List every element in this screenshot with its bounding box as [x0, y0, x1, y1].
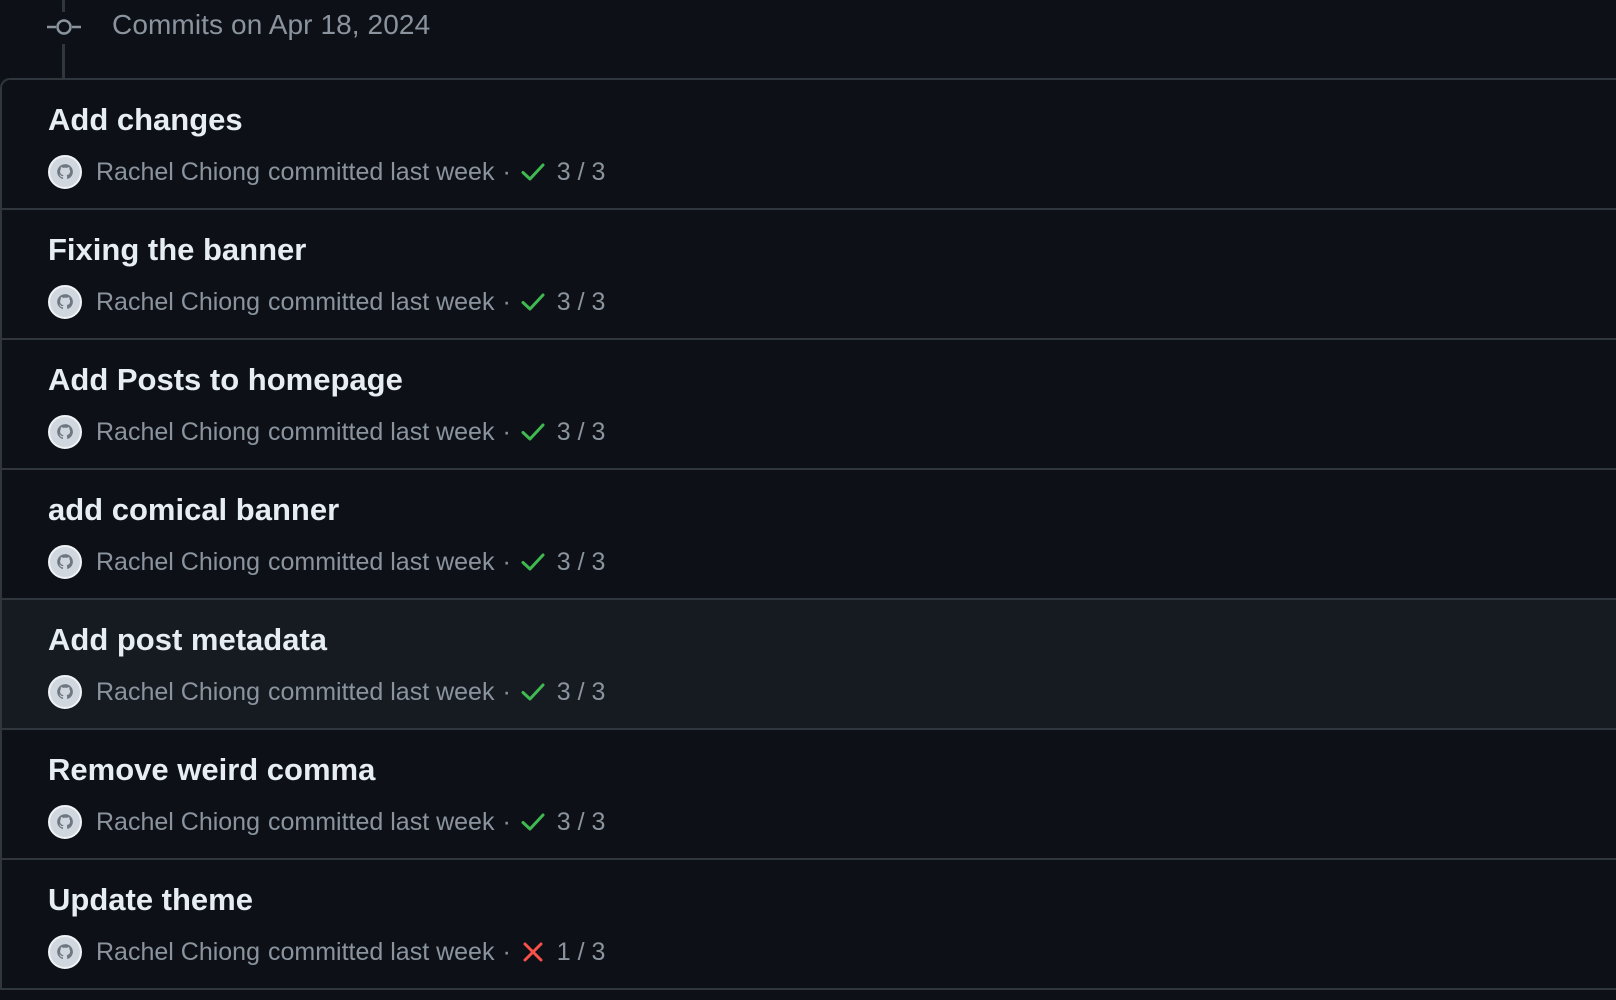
commit-author[interactable]: Rachel Chiong — [96, 938, 260, 967]
commit-meta: Rachel Chiong committed last week · 3 / … — [48, 414, 605, 450]
github-avatar-icon — [52, 939, 78, 965]
commit-group-date: Commits on Apr 18, 2024 — [112, 9, 431, 40]
author-avatar[interactable] — [48, 285, 82, 319]
commit-title-link[interactable]: Add post metadata — [48, 620, 327, 660]
checks-count[interactable]: 3 / 3 — [557, 678, 606, 707]
meta-separator: · — [502, 547, 511, 576]
commit-meta: Rachel Chiong committed last week · 3 / … — [48, 804, 605, 840]
commit-time: committed last week — [268, 677, 495, 706]
commit-meta: Rachel Chiong committed last week · 3 / … — [48, 544, 605, 580]
author-avatar[interactable] — [48, 545, 82, 579]
meta-separator: · — [502, 287, 511, 316]
commit-row: Remove weird comma Rachel Chiong committ… — [2, 730, 1616, 860]
commit-author[interactable]: Rachel Chiong — [96, 158, 260, 187]
commit-author[interactable]: Rachel Chiong — [96, 418, 260, 447]
check-icon[interactable] — [519, 288, 547, 316]
checks-count[interactable]: 3 / 3 — [557, 158, 606, 187]
author-avatar[interactable] — [48, 675, 82, 709]
meta-separator: · — [502, 417, 511, 446]
author-avatar[interactable] — [48, 155, 82, 189]
meta-separator: · — [502, 157, 511, 186]
github-avatar-icon — [52, 549, 78, 575]
commit-author[interactable]: Rachel Chiong — [96, 548, 260, 577]
x-icon[interactable] — [519, 938, 547, 966]
github-avatar-icon — [52, 289, 78, 315]
commit-meta: Rachel Chiong committed last week · 3 / … — [48, 284, 605, 320]
commit-time: committed last week — [268, 417, 495, 446]
commit-row: Add Posts to homepage Rachel Chiong comm… — [2, 340, 1616, 470]
commit-row: Fixing the banner Rachel Chiong committe… — [2, 210, 1616, 340]
commit-author[interactable]: Rachel Chiong — [96, 288, 260, 317]
checks-count[interactable]: 3 / 3 — [557, 808, 606, 837]
author-avatar[interactable] — [48, 415, 82, 449]
github-avatar-icon — [52, 159, 78, 185]
commit-meta: Rachel Chiong committed last week · 3 / … — [48, 154, 605, 190]
commit-meta: Rachel Chiong committed last week · 1 / … — [48, 934, 605, 970]
commit-time: committed last week — [268, 157, 495, 186]
author-avatar[interactable] — [48, 805, 82, 839]
commit-title-link[interactable]: Remove weird comma — [48, 750, 375, 790]
commit-title-link[interactable]: Add changes — [48, 100, 243, 140]
meta-separator: · — [502, 807, 511, 836]
commit-time: committed last week — [268, 937, 495, 966]
commit-author[interactable]: Rachel Chiong — [96, 678, 260, 707]
check-icon[interactable] — [519, 548, 547, 576]
commit-row: add comical banner Rachel Chiong committ… — [2, 470, 1616, 600]
github-avatar-icon — [52, 419, 78, 445]
commit-group-header: Commits on Apr 18, 2024 — [0, 0, 1616, 78]
meta-separator: · — [502, 677, 511, 706]
github-avatar-icon — [52, 809, 78, 835]
checks-count[interactable]: 1 / 3 — [557, 938, 606, 967]
check-icon[interactable] — [519, 158, 547, 186]
check-icon[interactable] — [519, 678, 547, 706]
commit-row: Add changes Rachel Chiong committed last… — [2, 80, 1616, 210]
commit-title-link[interactable]: Add Posts to homepage — [48, 360, 403, 400]
commit-time: committed last week — [268, 287, 495, 316]
commit-time: committed last week — [268, 547, 495, 576]
commit-title-link[interactable]: Update theme — [48, 880, 253, 920]
commit-title-link[interactable]: add comical banner — [48, 490, 339, 530]
checks-count[interactable]: 3 / 3 — [557, 548, 606, 577]
commit-title-link[interactable]: Fixing the banner — [48, 230, 306, 270]
commit-list: Add changes Rachel Chiong committed last… — [0, 78, 1616, 990]
author-avatar[interactable] — [48, 935, 82, 969]
commit-history-page: Commits on Apr 18, 2024 Add changes Rach… — [0, 0, 1616, 1000]
timeline-line — [62, 44, 65, 78]
checks-count[interactable]: 3 / 3 — [557, 418, 606, 447]
commit-row: Update theme Rachel Chiong committed las… — [2, 860, 1616, 990]
github-avatar-icon — [52, 679, 78, 705]
git-commit-icon — [47, 19, 81, 35]
commit-author[interactable]: Rachel Chiong — [96, 808, 260, 837]
commit-time: committed last week — [268, 807, 495, 836]
check-icon[interactable] — [519, 418, 547, 446]
meta-separator: · — [502, 937, 511, 966]
commit-row: Add post metadata Rachel Chiong committe… — [2, 600, 1616, 730]
check-icon[interactable] — [519, 808, 547, 836]
timeline-line — [62, 0, 65, 12]
commit-meta: Rachel Chiong committed last week · 3 / … — [48, 674, 605, 710]
checks-count[interactable]: 3 / 3 — [557, 288, 606, 317]
